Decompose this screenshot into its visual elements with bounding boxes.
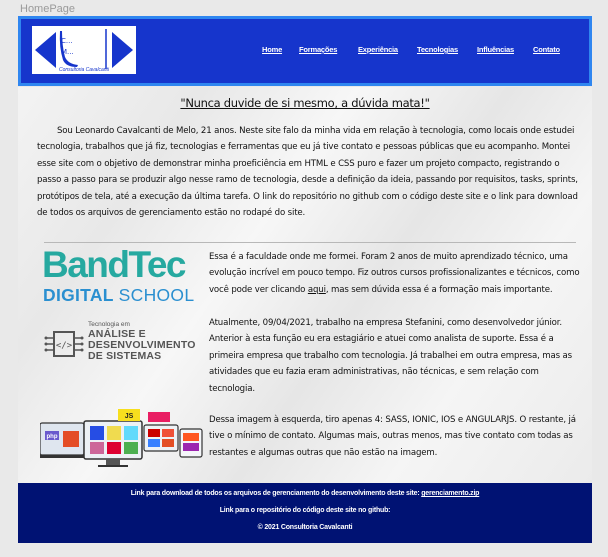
nav-tecnologias[interactable]: Tecnologias [417, 45, 458, 54]
ads-logo-line3: DE SISTEMAS [88, 350, 162, 362]
bandtec-logo-school: SCHOOL [118, 285, 195, 305]
ads-logo-caption: Tecnologia em [88, 321, 130, 328]
bandtec-paragraph: Essa é a faculdade onde me formei. Foram… [209, 249, 581, 298]
nav-influencias[interactable]: Influências [477, 45, 514, 54]
bandtec-logo-title: BandTec [42, 244, 187, 285]
formacoes-link[interactable]: aqui [308, 285, 326, 295]
logo-caption: Consultoria Cavalcanti [58, 67, 110, 73]
footer-copyright: © 2021 Consultoria Cavalcanti [257, 524, 353, 531]
bandtec-logo-subtitle: DIGITAL SCHOOL [43, 285, 194, 306]
bandtec-text-after: , mas sem dúvida essa é a formação mais … [325, 284, 553, 295]
svg-text:php: php [47, 434, 58, 440]
svg-text:</>: </> [56, 341, 73, 351]
footer-download-line: Link para download de todos os arquivos … [18, 490, 592, 497]
nav-contato[interactable]: Contato [533, 45, 560, 54]
experience-paragraph: Atualmente, 09/04/2021, trabalho na empr… [209, 318, 572, 394]
technologies-paragraph: Dessa imagem à esquerda, tiro apenas 4: … [209, 415, 576, 458]
gerenciamento-zip-link[interactable]: gerenciamento.zip [421, 490, 479, 497]
section-divider [44, 242, 576, 243]
footer-download-text: Link para download de todos os arquivos … [130, 490, 422, 497]
logo-text-c: C... [61, 37, 73, 45]
nav-home[interactable]: Home [262, 45, 282, 54]
quote-heading: "Nunca duvide de si mesmo, a dúvida mata… [180, 96, 430, 110]
header: C... M... Consultoria Cavalcanti Home Fo… [18, 16, 592, 86]
page-label: HomePage [20, 3, 76, 15]
footer: Link para download de todos os arquivos … [18, 483, 592, 543]
footer-github-line: Link para o repositório do código deste … [219, 507, 391, 514]
svg-text:JS: JS [125, 413, 134, 420]
intro-paragraph: Sou Leonardo Cavalcanti de Melo, 21 anos… [37, 123, 583, 221]
nav-experiencia[interactable]: Experiência [358, 45, 398, 54]
intro-text: Sou Leonardo Cavalcanti de Melo, 21 anos… [37, 126, 578, 219]
ads-logo: </> Tecnologia em ANÁLISE E DESENVOLVIME… [44, 320, 204, 366]
main-nav: Home Formações Experiência Tecnologias I… [21, 45, 589, 59]
devices-illustration: php JS [38, 409, 203, 467]
nav-formacoes[interactable]: Formações [299, 45, 337, 54]
technologies-image: php JS [38, 409, 206, 469]
bandtec-logo: BandTec DIGITAL SCHOOL [42, 244, 200, 306]
ads-logo-title: ANÁLISE E DESENVOLVIMENTO DE SISTEMAS [88, 329, 196, 362]
code-chip-icon: </> [44, 331, 84, 357]
main-content: "Nunca duvide de si mesmo, a dúvida mata… [18, 87, 592, 483]
bandtec-logo-digital: DIGITAL [43, 285, 114, 305]
